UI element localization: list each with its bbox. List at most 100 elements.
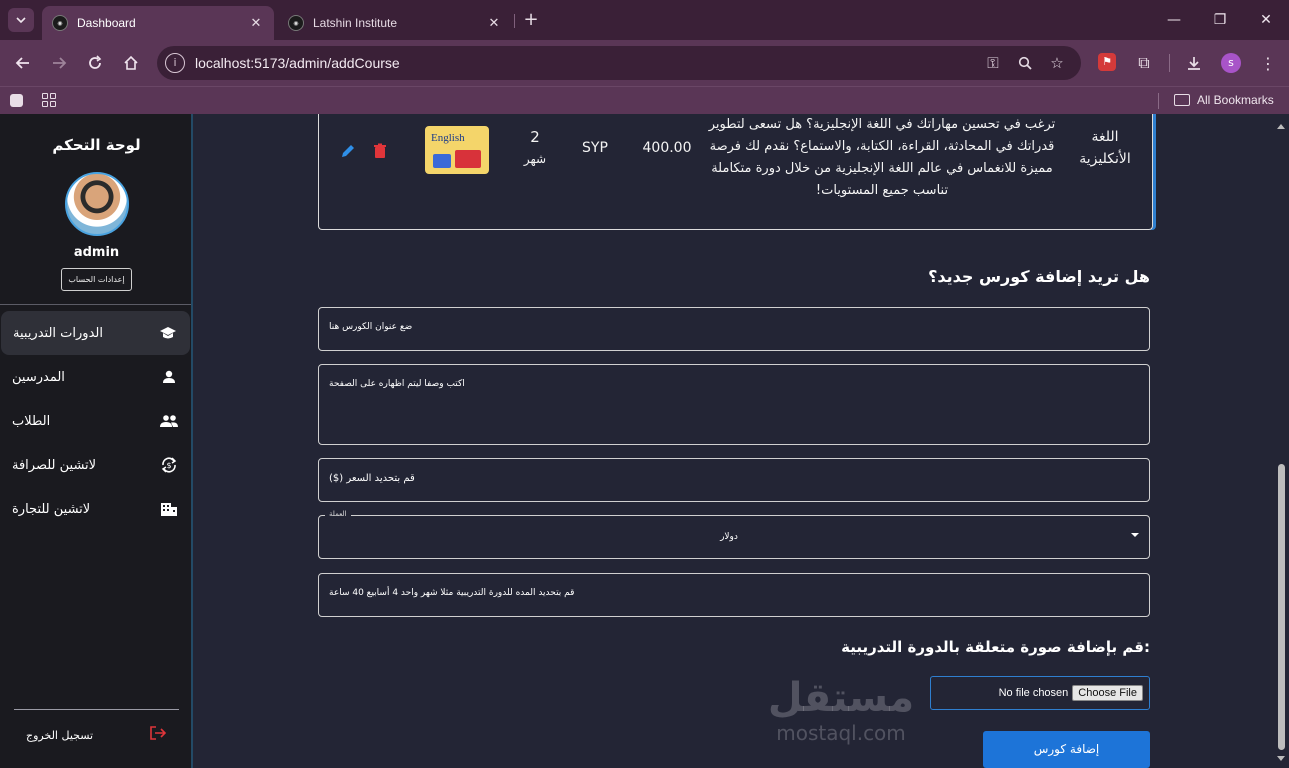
- course-thumbnail: English: [425, 126, 489, 174]
- currency-label: العملة: [325, 510, 351, 518]
- apps-grid-icon[interactable]: [42, 93, 56, 107]
- scroll-up-icon[interactable]: [1277, 124, 1285, 129]
- bookmarks-bar: All Bookmarks: [0, 86, 1289, 114]
- logout-icon: [149, 725, 167, 745]
- browser-toolbar: i localhost:5173/admin/addCourse ⚿ ☆ ⚑ ⧉…: [0, 40, 1289, 86]
- delete-course-button[interactable]: [371, 142, 389, 160]
- course-currency: SYP: [582, 140, 608, 156]
- trash-icon: [374, 143, 386, 158]
- course-title-placeholder: ضع عنوان الكورس هنا: [329, 322, 413, 332]
- key-icon[interactable]: ⚿: [983, 53, 1003, 73]
- bookmark-star-icon[interactable]: ☆: [1047, 53, 1067, 73]
- course-description-input[interactable]: اكتب وصفا ليتم اظهاره على الصفحة: [318, 364, 1150, 445]
- new-tab-button[interactable]: +: [520, 9, 542, 31]
- sidebar-item-label: الدورات التدريبية: [13, 325, 103, 341]
- tab-title: Latshin Institute: [313, 16, 398, 30]
- thumbnail-text: English: [431, 132, 465, 144]
- sidebar-divider: [0, 304, 191, 305]
- site-info-icon[interactable]: i: [165, 53, 185, 73]
- course-description: ترغب في تحسين مهاراتك في اللغة الإنجليزي…: [708, 117, 1056, 198]
- file-status: No file chosen: [998, 687, 1069, 699]
- dropdown-arrow-icon[interactable]: [1131, 533, 1139, 537]
- course-description-placeholder: اكتب وصفا ليتم اظهاره على الصفحة: [329, 379, 465, 389]
- bookmark-app-icon[interactable]: [10, 94, 23, 107]
- svg-text:$: $: [166, 461, 171, 470]
- building-icon: [159, 499, 179, 519]
- forward-button[interactable]: [46, 50, 72, 76]
- page-scrollbar[interactable]: [1273, 114, 1289, 768]
- scroll-down-icon[interactable]: [1277, 756, 1285, 761]
- account-settings-button[interactable]: إعدادات الحساب: [61, 268, 132, 291]
- arrow-right-icon: [53, 57, 67, 69]
- all-bookmarks-button[interactable]: All Bookmarks: [1174, 93, 1274, 107]
- maximize-button[interactable]: ❐: [1197, 0, 1243, 40]
- extension-icon[interactable]: ⚑: [1098, 53, 1116, 71]
- bookmarks-divider: [1158, 93, 1159, 109]
- tab-divider: [514, 14, 515, 28]
- course-duration-input[interactable]: قم بتحديد المده للدورة التدريبية مثلا شه…: [318, 573, 1150, 617]
- close-window-button[interactable]: ✕: [1243, 0, 1289, 40]
- back-button[interactable]: [10, 50, 36, 76]
- scrollbar-thumb[interactable]: [1278, 464, 1285, 750]
- watermark-latin: mostaql.com: [776, 721, 906, 745]
- course-title-input[interactable]: ضع عنوان الكورس هنا: [318, 307, 1150, 351]
- sidebar-item-label: لاتشين للتجارة: [12, 501, 91, 517]
- course-image-file-input[interactable]: No file chosen Choose File: [930, 676, 1150, 710]
- watermark-arabic: مستقل: [767, 675, 915, 721]
- sidebar-divider: [14, 709, 179, 710]
- edit-course-button[interactable]: [339, 142, 357, 160]
- book-icon: [455, 150, 481, 168]
- add-course-button[interactable]: إضافة كورس: [983, 731, 1150, 768]
- person-icon: [159, 367, 179, 387]
- more-menu-icon[interactable]: ⋮: [1257, 52, 1279, 74]
- magnifier-icon: [1018, 56, 1032, 70]
- sidebar: لوحة التحكم admin إعدادات الحساب الدورات…: [0, 114, 193, 768]
- sidebar-item-trade[interactable]: لاتشين للتجارة: [0, 487, 191, 531]
- choose-file-button[interactable]: Choose File: [1072, 685, 1143, 701]
- extensions-puzzle-icon[interactable]: ⧉: [1133, 52, 1155, 74]
- reload-button[interactable]: [82, 50, 108, 76]
- sidebar-item-students[interactable]: الطلاب: [0, 399, 191, 443]
- folder-icon: [1174, 94, 1190, 106]
- main-content: English 2 شهر SYP 400.00 ترغب في تحسين م…: [195, 114, 1273, 768]
- tab-search-button[interactable]: [8, 8, 34, 32]
- arrow-left-icon: [15, 57, 29, 69]
- book-icon: [433, 154, 451, 168]
- profile-avatar[interactable]: s: [1221, 53, 1241, 73]
- close-icon[interactable]: ✕: [248, 15, 264, 31]
- course-name: اللغة الأنكليزية: [1079, 129, 1131, 167]
- minimize-button[interactable]: —: [1151, 0, 1197, 40]
- currency-exchange-icon: $: [159, 455, 179, 475]
- sidebar-item-label: الطلاب: [12, 413, 51, 429]
- home-button[interactable]: [118, 50, 144, 76]
- home-icon: [124, 55, 138, 70]
- image-upload-heading: :قم بإضافة صورة متعلقة بالدورة التدريبية: [841, 638, 1150, 656]
- sidebar-item-teachers[interactable]: المدرسين: [0, 355, 191, 399]
- course-duration-placeholder: قم بتحديد المده للدورة التدريبية مثلا شه…: [329, 588, 575, 598]
- tab-latshin-institute[interactable]: ◉ Latshin Institute ✕: [278, 6, 512, 40]
- courses-table: English 2 شهر SYP 400.00 ترغب في تحسين م…: [318, 114, 1153, 230]
- pencil-icon: [342, 145, 354, 157]
- browser-tabstrip: ◉ Dashboard ✕ ◉ Latshin Institute ✕ + — …: [0, 0, 1289, 40]
- address-bar[interactable]: i localhost:5173/admin/addCourse ⚿ ☆: [157, 46, 1081, 80]
- currency-select[interactable]: العملة دولار: [318, 510, 1150, 559]
- add-course-heading: هل تريد إضافة كورس جديد؟: [928, 267, 1150, 286]
- sidebar-item-courses[interactable]: الدورات التدريبية: [1, 311, 190, 355]
- toolbar-divider: [1169, 54, 1170, 72]
- mostaql-watermark: مستقل mostaql.com: [761, 674, 921, 754]
- address-url[interactable]: localhost:5173/admin/addCourse: [195, 55, 400, 71]
- duration-value: 2: [530, 128, 540, 146]
- course-price-input[interactable]: قم بتحديد السعر ($): [318, 458, 1150, 502]
- duration-unit: شهر: [523, 152, 547, 166]
- sidebar-item-label: لاتشين للصرافة: [12, 457, 97, 473]
- reload-icon: [89, 55, 102, 69]
- zoom-icon[interactable]: [1015, 53, 1035, 73]
- people-icon: [159, 411, 179, 431]
- logout-button[interactable]: تسجيل الخروج: [14, 722, 179, 748]
- latshin-logo-icon: ◉: [288, 15, 304, 31]
- close-icon[interactable]: ✕: [486, 15, 502, 31]
- sidebar-item-exchange[interactable]: $ لاتشين للصرافة: [0, 443, 191, 487]
- download-icon[interactable]: [1183, 52, 1205, 74]
- tab-dashboard[interactable]: ◉ Dashboard ✕: [42, 6, 274, 40]
- course-price: 400.00: [642, 140, 692, 156]
